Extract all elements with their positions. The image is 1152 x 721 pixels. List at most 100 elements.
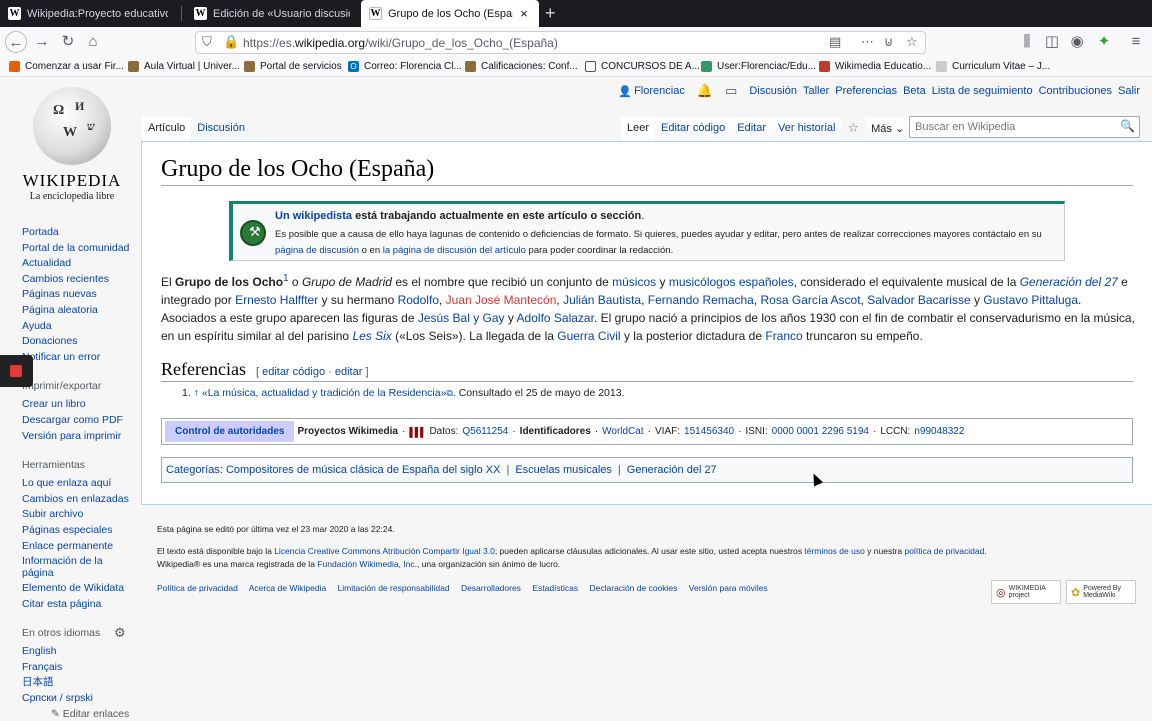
- sidebar-item-wikidata[interactable]: Elemento de Wikidata: [22, 581, 134, 597]
- sidebar-item-actualidad[interactable]: Actualidad: [22, 256, 134, 272]
- wikidata-link[interactable]: Q5611254: [462, 426, 508, 437]
- link-musicologos[interactable]: musicólogos españoles: [669, 275, 794, 289]
- link-julian-bautista[interactable]: Julián Bautista: [563, 293, 641, 307]
- home-icon[interactable]: ⌂: [82, 31, 104, 53]
- new-tab-icon[interactable]: +: [545, 3, 556, 24]
- personal-link-beta[interactable]: Beta: [903, 85, 926, 97]
- sidebar-item-crear-libro[interactable]: Crear un libro: [22, 397, 134, 413]
- personal-link-discusion[interactable]: Discusión: [749, 85, 797, 97]
- reload-icon[interactable]: ↻: [57, 31, 79, 53]
- link-fernando-remacha[interactable]: Fernando Remacha: [648, 293, 754, 307]
- link-jesus-bal-y-gay[interactable]: Jesús Bal y Gay: [418, 311, 505, 325]
- bookmark-item[interactable]: User:Florenciac/Edu...: [701, 61, 816, 72]
- category-link[interactable]: Generación del 27: [627, 464, 717, 476]
- bookmark-item[interactable]: O Correo: Florencia Cl...: [348, 61, 462, 72]
- tab-ver-historial[interactable]: Ver historial: [772, 117, 842, 141]
- link-guerra-civil[interactable]: Guerra Civil: [557, 329, 620, 343]
- personal-link-taller[interactable]: Taller: [803, 85, 829, 97]
- license-link[interactable]: Licencia Creative Commons Atribución Com…: [274, 546, 495, 556]
- worldcat-link[interactable]: WorldCat: [602, 426, 644, 437]
- bookmark-item[interactable]: Comenzar a usar Fir...: [9, 61, 124, 72]
- account-icon[interactable]: ◉: [1066, 31, 1088, 53]
- link-gustavo-pittaluga[interactable]: Gustavo Pittaluga: [983, 293, 1078, 307]
- menu-icon[interactable]: ≡: [1125, 31, 1147, 53]
- personal-link-preferencias[interactable]: Preferencias: [835, 85, 897, 97]
- footer-link[interactable]: Desarrolladores: [461, 583, 521, 593]
- link-ernesto-halffter[interactable]: Ernesto Halffter: [235, 293, 318, 307]
- sidebar-item-donaciones[interactable]: Donaciones: [22, 334, 134, 350]
- sidebar-item-descargar-pdf[interactable]: Descargar como PDF: [22, 413, 134, 429]
- bookmark-item[interactable]: Aula Virtual | Univer...: [128, 61, 240, 72]
- bookmark-item[interactable]: Portal de servicios: [244, 61, 342, 72]
- notice-user-talk-link[interactable]: página de discusión: [275, 245, 359, 256]
- category-link[interactable]: Compositores de música clásica de España…: [226, 464, 501, 476]
- tab-editar[interactable]: Editar: [731, 117, 772, 141]
- tab-discusion[interactable]: Discusión: [191, 117, 251, 141]
- tab-editar-codigo[interactable]: Editar código: [655, 117, 732, 141]
- link-salvador-bacarisse[interactable]: Salvador Bacarisse: [867, 293, 970, 307]
- browser-tab[interactable]: W Edición de «Usuario discusión:Fl: [186, 0, 358, 27]
- notice-wikipedista-link[interactable]: Un wikipedista: [275, 210, 352, 222]
- bookmark-item[interactable]: Wikimedia Educatio...: [819, 61, 931, 72]
- wikimedia-project-badge[interactable]: ◎ WIKIMEDIA project: [991, 580, 1061, 604]
- bookmark-item[interactable]: CONCURSOS DE A...: [585, 61, 700, 72]
- isni-link[interactable]: 0000 0001 2296 5194: [772, 426, 869, 437]
- edit-code-link[interactable]: editar código: [262, 366, 325, 378]
- forward-arrow-icon[interactable]: →: [31, 31, 53, 53]
- terms-link[interactable]: términos de uso: [804, 546, 864, 556]
- footer-link[interactable]: Declaración de cookies: [590, 583, 678, 593]
- sidebar-item-cambios-recientes[interactable]: Cambios recientes: [22, 272, 134, 288]
- search-icon[interactable]: 🔍: [1120, 119, 1135, 133]
- sidebar-item-enlace-permanente[interactable]: Enlace permanente: [22, 539, 134, 555]
- footer-link[interactable]: Estadísticas: [532, 583, 578, 593]
- categories-label-link[interactable]: Categorías: [166, 464, 220, 476]
- sidebar-item-portada[interactable]: Portada: [22, 225, 134, 241]
- sidebar-icon[interactable]: ◫: [1041, 31, 1063, 53]
- screen-recorder-stop-button[interactable]: [0, 355, 33, 387]
- edit-links[interactable]: ✎ Editar enlaces: [22, 707, 134, 721]
- sidebar-item-lang-serbian[interactable]: Српски / srpski: [22, 691, 134, 707]
- privacy-link[interactable]: política de privacidad: [905, 546, 985, 556]
- authority-control-link[interactable]: Control de autoridades: [165, 421, 295, 442]
- personal-link-seguimiento[interactable]: Lista de seguimiento: [932, 85, 1033, 97]
- sidebar-item-informacion-pagina[interactable]: Información de la página: [22, 554, 134, 581]
- link-adolfo-salazar[interactable]: Adolfo Salazar: [517, 311, 594, 325]
- ref-external-link[interactable]: «La música, actualidad y tradición de la…: [202, 387, 447, 399]
- bookmark-item[interactable]: Calificaciones: Conf...: [465, 61, 578, 72]
- pocket-icon[interactable]: ⊍: [884, 34, 894, 50]
- shield-icon[interactable]: ⛉: [202, 34, 212, 50]
- ref-backlink[interactable]: ↑: [194, 387, 199, 399]
- viaf-link[interactable]: 151456340: [684, 426, 734, 437]
- bookmark-item[interactable]: Curriculum Vitae – J...: [936, 61, 1050, 72]
- lccn-link[interactable]: n99048322: [914, 426, 964, 437]
- sidebar-item-lo-que-enlaza[interactable]: Lo que enlaza aquí: [22, 476, 134, 492]
- link-franco[interactable]: Franco: [765, 329, 802, 343]
- bookmark-star-icon[interactable]: ☆: [906, 34, 918, 50]
- link-musicos[interactable]: músicos: [612, 275, 656, 289]
- edit-link[interactable]: editar: [335, 366, 363, 378]
- inbox-icon[interactable]: ▭: [725, 83, 737, 99]
- personal-link-salir[interactable]: Salir: [1118, 85, 1140, 97]
- browser-tab[interactable]: W Wikipedia:Proyecto educativo/Ca: [0, 0, 176, 27]
- search-input[interactable]: [910, 117, 1110, 137]
- close-tab-icon[interactable]: ×: [517, 6, 531, 21]
- tab-leer[interactable]: Leer: [621, 117, 656, 141]
- page-actions-icon[interactable]: ⋯: [861, 34, 874, 50]
- sidebar-item-version-imprimir[interactable]: Versión para imprimir: [22, 429, 134, 445]
- sidebar-item-subir-archivo[interactable]: Subir archivo: [22, 507, 134, 523]
- sidebar-item-ayuda[interactable]: Ayuda: [22, 319, 134, 335]
- library-icon[interactable]: ⫼: [1016, 31, 1038, 53]
- sidebar-item-citar[interactable]: Citar esta página: [22, 597, 134, 613]
- user-link[interactable]: Florenciac: [634, 85, 685, 97]
- mediawiki-badge[interactable]: ✿ Powered By MediaWiki: [1066, 580, 1136, 604]
- personal-link-contribuciones[interactable]: Contribuciones: [1039, 85, 1112, 97]
- redlink-juan-jose-mantecon[interactable]: Juan José Mantecón: [446, 293, 557, 307]
- extension-icon[interactable]: ✦: [1093, 31, 1115, 53]
- footer-link[interactable]: Acerca de Wikipedia: [249, 583, 326, 593]
- link-rosa-garcia-ascot[interactable]: Rosa García Ascot: [761, 293, 861, 307]
- sidebar-item-paginas-especiales[interactable]: Páginas especiales: [22, 523, 134, 539]
- sidebar-item-cambios-enlazadas[interactable]: Cambios en enlazadas: [22, 492, 134, 508]
- sidebar-item-lang-english[interactable]: English: [22, 644, 134, 660]
- foundation-link[interactable]: Fundación Wikimedia, Inc.: [317, 559, 417, 569]
- watch-star-icon[interactable]: ☆: [841, 117, 865, 141]
